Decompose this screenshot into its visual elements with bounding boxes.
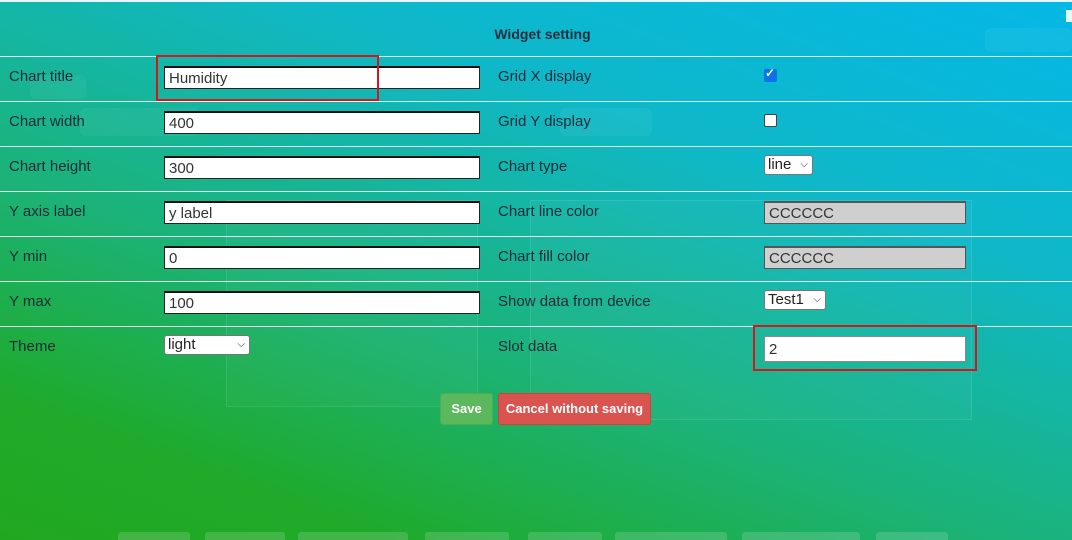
slot-data-label: Slot data xyxy=(498,338,558,355)
scrollbar-corner[interactable] xyxy=(1066,10,1072,22)
chart-height-input[interactable] xyxy=(164,156,480,179)
bg-bottom-tab xyxy=(876,532,948,540)
bg-bottom-tab xyxy=(205,532,285,540)
bg-bottom-tab xyxy=(425,532,509,540)
theme-value: light xyxy=(168,336,196,353)
chart-title-highlight xyxy=(156,55,379,101)
chart-width-input[interactable] xyxy=(164,111,480,134)
bg-bottom-tab xyxy=(528,532,602,540)
grid-y-label: Grid Y display xyxy=(498,113,591,130)
device-label: Show data from device xyxy=(498,293,651,310)
chart-type-select[interactable]: line ⌵ xyxy=(764,155,813,175)
chart-line-color-label: Chart line color xyxy=(498,203,599,220)
save-button[interactable]: Save xyxy=(440,393,493,425)
y-max-input[interactable] xyxy=(164,291,480,314)
y-min-input[interactable] xyxy=(164,246,480,269)
chart-fill-color-input[interactable] xyxy=(764,246,966,269)
theme-label: Theme xyxy=(9,338,56,355)
y-max-label: Y max xyxy=(9,293,52,310)
chart-fill-color-label: Chart fill color xyxy=(498,248,590,265)
bg-bottom-tab xyxy=(298,532,408,540)
chevron-down-icon: ⌵ xyxy=(800,159,808,170)
chart-height-label: Chart height xyxy=(9,158,91,175)
chevron-down-icon: ⌵ xyxy=(237,339,245,350)
cancel-button[interactable]: Cancel without saving xyxy=(498,393,651,425)
top-border xyxy=(0,0,1072,2)
chevron-down-icon: ⌵ xyxy=(813,294,821,305)
bg-bottom-tab xyxy=(118,532,190,540)
chart-width-label: Chart width xyxy=(9,113,85,130)
y-min-label: Y min xyxy=(9,248,48,265)
y-axis-label-input[interactable] xyxy=(164,201,480,224)
chart-line-color-input[interactable] xyxy=(764,201,966,224)
grid-y-checkbox[interactable] xyxy=(764,114,777,127)
chart-type-value: line xyxy=(768,156,792,173)
y-axis-label-label: Y axis label xyxy=(9,203,86,220)
bg-bottom-tab xyxy=(615,532,727,540)
chart-title-label: Chart title xyxy=(9,68,74,85)
dialog-title: Widget setting xyxy=(494,26,591,42)
bg-bottom-tab xyxy=(742,532,860,540)
chart-type-label: Chart type xyxy=(498,158,568,175)
slot-data-highlight xyxy=(753,325,977,371)
theme-select[interactable]: light ⌵ xyxy=(164,335,250,355)
device-value: Test1 xyxy=(768,291,804,308)
device-select[interactable]: Test1 ⌵ xyxy=(764,290,826,310)
grid-x-label: Grid X display xyxy=(498,68,592,85)
grid-x-checkbox[interactable] xyxy=(764,66,777,82)
